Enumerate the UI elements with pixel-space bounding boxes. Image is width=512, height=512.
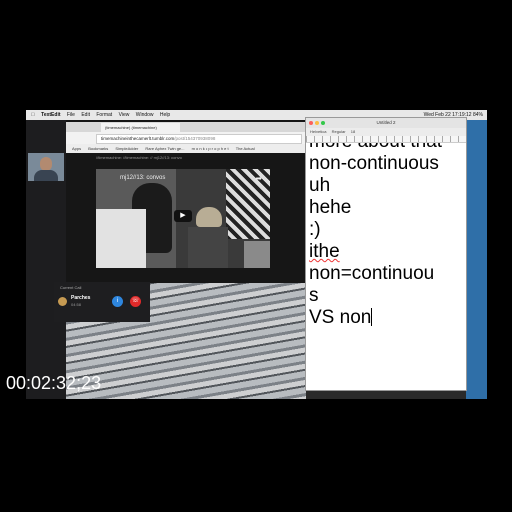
menu-file[interactable]: File	[67, 112, 75, 118]
text-line: non-continuous	[309, 153, 439, 174]
menu-window[interactable]: Window	[136, 112, 154, 118]
text-line: s	[309, 285, 319, 306]
call-panel	[26, 120, 66, 399]
text-line: ithe	[309, 241, 340, 262]
textedit-titlebar: Untitled 2	[306, 118, 466, 128]
url-path: /post/154370938098	[174, 136, 216, 141]
bookmark-bookmarks[interactable]: Bookmarks	[88, 146, 108, 151]
text-line-text: VS non	[309, 307, 372, 328]
font-style-select[interactable]: Regular	[332, 129, 346, 134]
text-line-last: VS non	[309, 307, 373, 329]
video-player[interactable]: mj12//13: convos ➦ ▶	[96, 169, 270, 268]
webcam-body	[34, 170, 58, 181]
video-bg-pattern	[226, 169, 270, 239]
apple-icon[interactable]: 	[31, 112, 35, 118]
desktop-edge	[466, 120, 487, 399]
menu-edit[interactable]: Edit	[81, 112, 90, 118]
address-bar: timemachineinthecamerlt.tumblr.com/post/…	[66, 132, 306, 144]
bookmarks-bar: Apps Bookmarks SimpleAdder Rare Aphex Tw…	[66, 144, 306, 153]
menu-format[interactable]: Format	[96, 112, 112, 118]
browser-window: (timemachine) (timemachine) timemachinei…	[66, 120, 306, 399]
webcam-face	[40, 157, 52, 171]
bookmark-aphex[interactable]: Rare Aphex Twin ge...	[145, 146, 184, 151]
url-field[interactable]: timemachineinthecamerlt.tumblr.com/post/…	[96, 134, 302, 144]
video-person2	[188, 227, 228, 268]
call-info-button[interactable]: i	[112, 296, 123, 307]
zoom-icon[interactable]	[321, 121, 325, 125]
url-host: timemachineinthecamerlt.tumblr.com	[101, 136, 175, 141]
font-family-select[interactable]: Helvetica	[310, 129, 326, 134]
textedit-window: Untitled 2 Helvetica Regular 18 more abo…	[305, 117, 467, 391]
video-timecode: 00:02:32;23	[6, 373, 102, 393]
video-title: mj12//13: convos	[120, 175, 166, 181]
bookmark-actual[interactable]: The Actual	[236, 146, 255, 151]
current-call-bar: Current Call Parches 04:58 i ☏	[54, 282, 150, 322]
caller-avatar	[58, 297, 67, 306]
end-call-button[interactable]: ☏	[130, 296, 141, 307]
play-icon[interactable]: ▶	[174, 210, 192, 222]
bookmark-apps[interactable]: Apps	[72, 146, 81, 151]
browser-tabbar: (timemachine) (timemachine)	[66, 122, 306, 132]
menu-app-name[interactable]: TextEdit	[41, 112, 60, 118]
caller-name: Parches	[71, 295, 91, 301]
text-line: uh	[309, 175, 331, 196]
font-size-select[interactable]: 18	[351, 129, 355, 134]
webcam-preview	[28, 153, 64, 181]
text-line: hehe	[309, 197, 352, 218]
share-icon[interactable]: ➦	[255, 174, 262, 183]
current-call-label: Current Call	[60, 285, 82, 290]
minimize-icon[interactable]	[315, 121, 319, 125]
text-line: non=continuou	[309, 263, 435, 284]
textedit-ruler	[306, 136, 466, 143]
textedit-document[interactable]: more about that non-continuous uh hehe :…	[306, 143, 466, 390]
text-line: :)	[309, 219, 321, 240]
text-line: more about that	[309, 143, 442, 153]
call-duration: 04:58	[71, 302, 82, 307]
video-person2-hat	[196, 207, 222, 227]
page-strip: //timemachine: //timemachine: // mj12//1…	[96, 155, 182, 160]
textedit-title: Untitled 2	[376, 120, 396, 125]
bookmark-monk[interactable]: m o n k • p r o p h e t	[192, 146, 229, 151]
web-page: //timemachine: //timemachine: // mj12//1…	[66, 153, 306, 399]
text-caret	[371, 308, 373, 326]
textedit-toolbar: Helvetica Regular 18	[306, 128, 466, 136]
video-laptop	[244, 241, 270, 268]
video-person-coat	[96, 209, 146, 268]
browser-tab[interactable]: (timemachine) (timemachine)	[101, 123, 180, 132]
menu-view[interactable]: View	[119, 112, 130, 118]
bookmark-simpleadder[interactable]: SimpleAdder	[115, 146, 138, 151]
close-icon[interactable]	[309, 121, 313, 125]
menu-help[interactable]: Help	[160, 112, 170, 118]
screen-capture:  TextEdit File Edit Format View Window …	[26, 110, 487, 399]
